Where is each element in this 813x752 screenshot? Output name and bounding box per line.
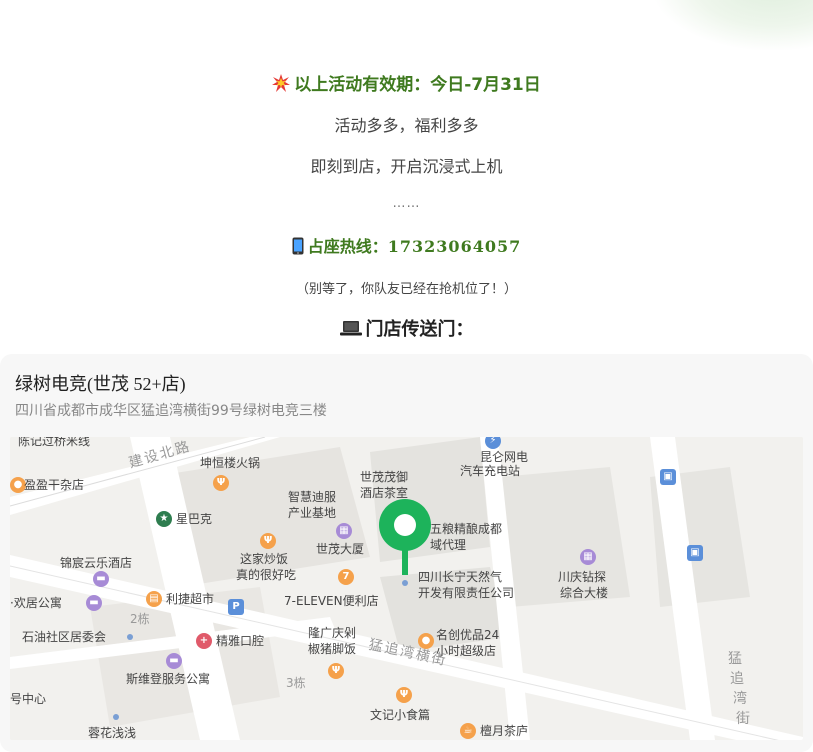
teahouse-icon[interactable]: ☕ bbox=[460, 723, 476, 739]
promo-title: 以上活动有效期：今日-7月31日 bbox=[0, 70, 813, 97]
map-label: 利捷超市 bbox=[166, 592, 215, 606]
laptop-icon bbox=[339, 320, 362, 341]
map-label: 锦宸云乐酒店 bbox=[60, 556, 133, 570]
map-road-label: 街 bbox=[736, 711, 752, 727]
map-label: 石油社区居委会 bbox=[22, 630, 107, 644]
bus-stop-icon[interactable]: ▣ bbox=[687, 545, 703, 561]
map-label: 开发有限责任公司 bbox=[418, 586, 515, 600]
map-label: 星巴克 bbox=[176, 512, 213, 526]
map-label: ·欢居公寓 bbox=[10, 596, 62, 610]
map-label: 域代理 bbox=[430, 538, 467, 552]
store-name: 绿树电竞(世茂 52+店) bbox=[15, 374, 186, 394]
store-location-card[interactable]: 绿树电竞(世茂 52+店) 四川省成都市成华区猛追湾横街99号绿树电竞三楼 陈记… bbox=[0, 354, 813, 752]
map-label: 精雅口腔 bbox=[216, 634, 265, 648]
map-label: 世茂茂御 bbox=[360, 470, 409, 484]
map-label: 号中心 bbox=[10, 692, 47, 706]
map-label: 产业基地 bbox=[288, 506, 337, 520]
map-label: 陈记过桥米线 bbox=[18, 437, 91, 448]
map-label: 名创优品24 bbox=[436, 628, 500, 642]
starbucks-icon[interactable]: ★ bbox=[156, 511, 172, 527]
restaurant-icon[interactable]: Ψ bbox=[260, 533, 276, 549]
restaurant-icon[interactable]: Ψ bbox=[328, 663, 344, 679]
explosion-icon bbox=[272, 73, 291, 97]
mobile-phone-icon bbox=[292, 237, 304, 259]
map-label: 2栋 bbox=[130, 612, 150, 626]
store-location-pin[interactable] bbox=[376, 485, 434, 581]
ellipsis: …… bbox=[392, 196, 421, 211]
parking-icon[interactable]: P bbox=[228, 599, 244, 615]
map-label: 文记小食篇 bbox=[370, 708, 431, 722]
promo-title-text: 以上活动有效期：今日-7月31日 bbox=[294, 75, 541, 95]
map-label: 这家炒饭 bbox=[240, 552, 289, 566]
map-label: 汽车充电站 bbox=[460, 464, 521, 478]
map-label: 智慧迪服 bbox=[288, 490, 337, 504]
map-label: 综合大楼 bbox=[560, 586, 609, 600]
restaurant-icon[interactable]: Ψ bbox=[213, 475, 229, 491]
corner-leaf-decoration bbox=[653, 0, 813, 50]
map-label: 隆广庆剁 bbox=[308, 626, 357, 640]
map-label: 坤恒楼火锅 bbox=[200, 456, 261, 470]
promo-line-1: 活动多多，福利多多 bbox=[334, 116, 479, 135]
map-road-label: 湾 bbox=[733, 691, 749, 707]
map-label: 世茂大厦 bbox=[316, 542, 365, 556]
map-dot bbox=[127, 634, 133, 640]
bus-stop-icon[interactable]: ▣ bbox=[660, 469, 676, 485]
map-label: 斯维登服务公寓 bbox=[126, 672, 211, 686]
clinic-icon[interactable]: + bbox=[196, 633, 212, 649]
building-icon[interactable]: ▦ bbox=[336, 523, 352, 539]
map-label: 川庆钻探 bbox=[558, 570, 607, 584]
hotel-icon[interactable]: ▬ bbox=[166, 653, 182, 669]
map-label: 蓉花浅浅 bbox=[88, 726, 137, 740]
map-label: 盈盈干杂店 bbox=[24, 478, 85, 492]
hotline-number[interactable]: 17323064057 bbox=[388, 237, 521, 256]
building-icon[interactable]: ▦ bbox=[580, 549, 596, 565]
supermarket-icon[interactable]: ▤ bbox=[146, 591, 162, 607]
hotel-icon[interactable]: ▬ bbox=[93, 571, 109, 587]
map-label: 7-ELEVEN便利店 bbox=[284, 594, 379, 608]
portal-title: 门店传送门： bbox=[0, 315, 813, 341]
hotel-icon[interactable]: ▬ bbox=[86, 595, 102, 611]
map-view[interactable]: 陈记过桥米线 建设北路 坤恒楼火锅 Ψ ● 盈盈干杂店 世茂茂御 酒店茶室 ⚡ … bbox=[10, 437, 803, 740]
restaurant-icon[interactable]: Ψ bbox=[396, 687, 412, 703]
map-label: 五粮精酿成都 bbox=[430, 522, 503, 536]
map-road-label: 追 bbox=[730, 671, 746, 687]
map-label: 檀月茶庐 bbox=[480, 724, 529, 738]
map-label: 椒猪脚饭 bbox=[308, 642, 357, 656]
promo-line-2: 即刻到店，开启沉浸式上机 bbox=[310, 157, 503, 176]
note: （别等了，你队友已经在抢机位了！） bbox=[295, 282, 517, 297]
hotline-label: 占座热线： bbox=[307, 237, 388, 256]
map-label: 真的很好吃 bbox=[236, 568, 297, 582]
hotline: 占座热线：17323064057 bbox=[0, 233, 813, 259]
map-dot bbox=[113, 714, 119, 720]
convenience-store-icon[interactable]: 7 bbox=[338, 569, 354, 585]
map-road-label: 猛 bbox=[728, 651, 744, 667]
map-label: 3栋 bbox=[286, 676, 306, 690]
portal-title-text: 门店传送门： bbox=[365, 319, 474, 340]
store-address: 四川省成都市成华区猛追湾横街99号绿树电竞三楼 bbox=[15, 403, 327, 419]
